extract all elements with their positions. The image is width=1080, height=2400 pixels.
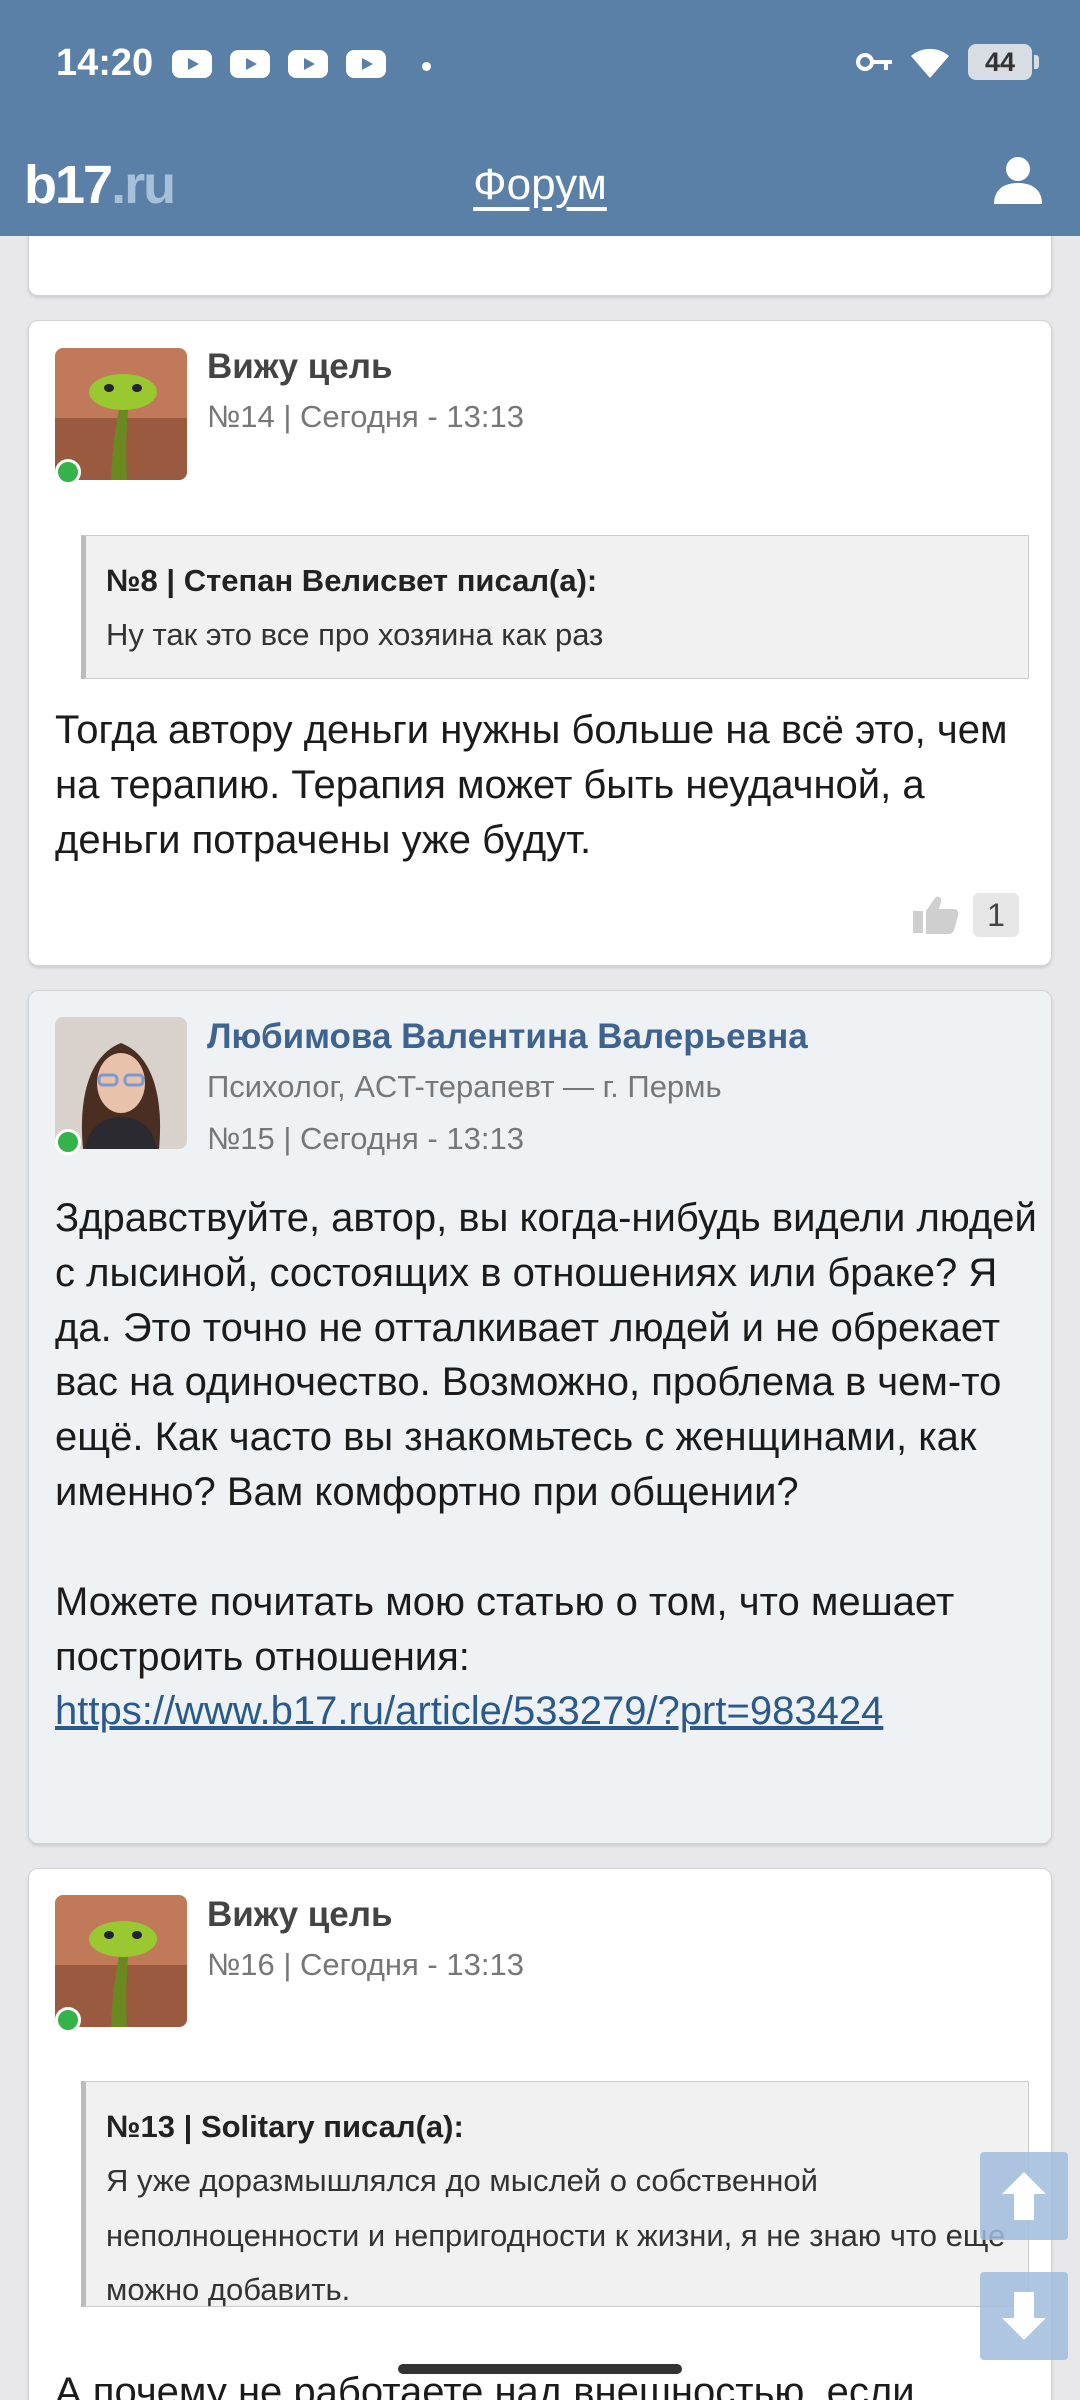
like-button[interactable]: 1 (913, 893, 1019, 937)
arrow-up-icon (1002, 2172, 1046, 2220)
post-paragraph: Можете почитать мою статью о том, что ме… (55, 1579, 955, 1679)
author-role: Психолог, ACT-терапевт — г. Пермь (207, 1069, 722, 1104)
author-name[interactable]: Вижу цель (207, 347, 393, 387)
status-bar: 14:20 44 (0, 0, 1080, 130)
vpn-key-icon (856, 50, 892, 74)
author-name[interactable]: Вижу цель (207, 1895, 393, 1935)
more-notifications-dot (422, 62, 431, 71)
thumbs-up-icon (913, 896, 959, 934)
scroll-up-button[interactable] (980, 2152, 1068, 2240)
notification-icons (172, 50, 386, 78)
post-paragraph: Здравствуйте, автор, вы когда-нибудь вид… (55, 1196, 1037, 1514)
forum-title-link[interactable]: Форум (0, 160, 1080, 210)
quote-header: №13 | Solitary писал(а): (106, 2109, 464, 2144)
battery-indicator: 44 (968, 44, 1039, 80)
post-card: Любимова Валентина Валерьевна Психолог, … (28, 990, 1052, 1844)
app-bar: b17.ru Форум (0, 130, 1080, 236)
top-bar: 14:20 44 b17.ru Форум (0, 0, 1080, 236)
quote-text: Я уже доразмышлялся до мыслей о собствен… (106, 2163, 1006, 2307)
scroll-down-button[interactable] (980, 2272, 1068, 2360)
status-time: 14:20 (56, 42, 154, 84)
online-status-badge (55, 2007, 81, 2033)
author-name-link[interactable]: Любимова Валентина Валерьевна (207, 1017, 808, 1057)
online-status-badge (55, 459, 81, 485)
post-meta: №15 | Сегодня - 13:13 (207, 1121, 524, 1156)
arrow-down-icon (1002, 2292, 1046, 2340)
quote-text: Ну так это все про хозяина как раз (106, 617, 604, 653)
post-card: Вижу цель №14 | Сегодня - 13:13 №8 | Сте… (28, 320, 1052, 966)
post-text: Здравствуйте, автор, вы когда-нибудь вид… (55, 1191, 1045, 1739)
post-meta: №14 | Сегодня - 13:13 (207, 399, 524, 434)
post-card: Вижу цель №16 | Сегодня - 13:13 №13 | So… (28, 1868, 1052, 2400)
quote-block: №8 | Степан Велисвет писал(а): Ну так эт… (81, 535, 1029, 679)
post-text: Тогда автору деньги нужны больше на всё … (55, 708, 1008, 862)
online-status-badge (55, 1129, 81, 1155)
youtube-icon (288, 50, 328, 78)
avatar[interactable] (55, 1895, 187, 2027)
home-indicator[interactable] (398, 2364, 682, 2374)
status-indicators: 44 (856, 44, 1039, 80)
post-meta: №16 | Сегодня - 13:13 (207, 1947, 524, 1982)
wifi-icon (911, 48, 949, 78)
youtube-icon (172, 50, 212, 78)
youtube-icon (346, 50, 386, 78)
user-profile-icon[interactable] (992, 154, 1044, 206)
youtube-icon (230, 50, 270, 78)
avatar[interactable] (55, 1017, 187, 1149)
quote-header: №8 | Степан Велисвет писал(а): (106, 563, 598, 598)
quote-block: №13 | Solitary писал(а): Я уже доразмышл… (81, 2081, 1029, 2307)
article-link[interactable]: https://www.b17.ru/article/533279/?prt=9… (55, 1689, 883, 1733)
like-count: 1 (973, 893, 1019, 937)
